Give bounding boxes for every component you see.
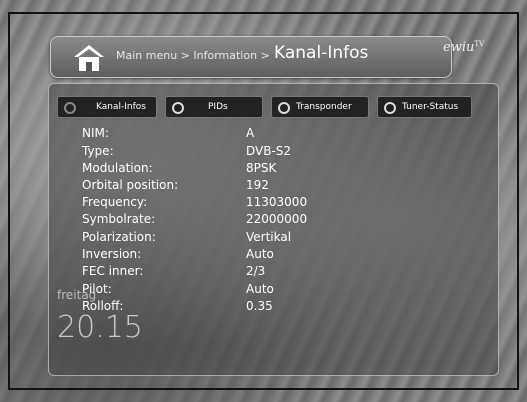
tab-kanal-infos[interactable]: Kanal-Infos bbox=[57, 96, 157, 118]
info-value: 192 bbox=[246, 178, 269, 192]
info-value: 22000000 bbox=[246, 212, 308, 226]
info-key: Polarization: bbox=[82, 230, 156, 244]
info-key: Symbolrate: bbox=[82, 212, 156, 226]
info-value: 2/3 bbox=[246, 264, 266, 278]
tab-label: Kanal-Infos bbox=[96, 102, 146, 112]
info-value: 11303000 bbox=[246, 195, 308, 209]
home-icon[interactable] bbox=[73, 44, 105, 72]
radio-icon bbox=[384, 102, 396, 114]
info-value: A bbox=[246, 126, 255, 140]
tab-tuner-status[interactable]: Tuner-Status bbox=[377, 96, 472, 118]
header-bar: Main menu > Information > Kanal-Infos bbox=[50, 36, 452, 78]
info-key: FEC inner: bbox=[82, 264, 144, 278]
radio-icon bbox=[172, 102, 184, 114]
info-value: Auto bbox=[246, 282, 274, 296]
tab-transponder[interactable]: Transponder bbox=[271, 96, 369, 118]
logo-text: ewiu bbox=[443, 40, 475, 55]
info-key: Type: bbox=[82, 144, 114, 158]
info-key: NIM: bbox=[82, 126, 109, 140]
breadcrumb: Main menu > Information > bbox=[116, 49, 270, 62]
clock-day: freitag bbox=[57, 288, 97, 302]
tab-label: Tuner-Status bbox=[402, 102, 459, 112]
info-key: Inversion: bbox=[82, 247, 142, 261]
logo-sub: TV bbox=[474, 40, 485, 48]
radio-icon bbox=[278, 102, 290, 114]
brand-logo: ewiuTV bbox=[443, 40, 484, 55]
radio-icon bbox=[64, 102, 76, 114]
tab-label: PIDs bbox=[208, 102, 228, 112]
clock-time: 20.15 bbox=[57, 310, 143, 345]
tab-label: Transponder bbox=[296, 102, 352, 112]
page-title: Kanal-Infos bbox=[274, 43, 369, 63]
tab-pids[interactable]: PIDs bbox=[165, 96, 263, 118]
info-value: 0.35 bbox=[246, 299, 273, 313]
info-value: 8PSK bbox=[246, 161, 277, 175]
info-value: Auto bbox=[246, 247, 274, 261]
info-value: Vertikal bbox=[246, 230, 292, 244]
info-key: Modulation: bbox=[82, 161, 153, 175]
info-value: DVB-S2 bbox=[246, 144, 292, 158]
info-key: Orbital position: bbox=[82, 178, 179, 192]
info-key: Frequency: bbox=[82, 195, 148, 209]
